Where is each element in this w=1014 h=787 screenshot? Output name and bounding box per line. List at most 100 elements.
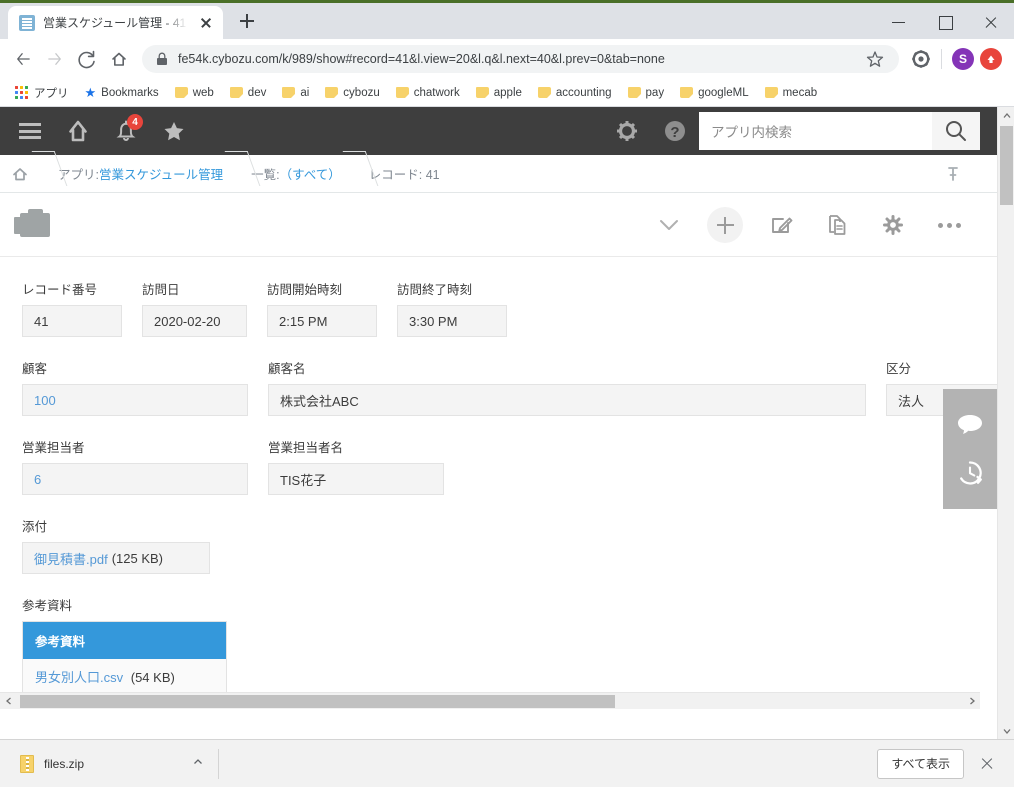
- lock-icon: [157, 52, 167, 65]
- apps-grid-icon: [15, 85, 29, 100]
- more-options-button[interactable]: [921, 202, 977, 248]
- browser-tab[interactable]: 営業スケジュール管理 - 41 - レコードの: [8, 6, 223, 39]
- back-arrow-icon[interactable]: [8, 44, 38, 74]
- field-label: 顧客名: [268, 362, 306, 376]
- field-value: TIS花子: [268, 463, 444, 495]
- field-label: 営業担当者名: [268, 441, 344, 455]
- bookmark-web[interactable]: web: [168, 84, 221, 102]
- field-label: 営業担当者: [22, 441, 85, 455]
- field-value: 2:15 PM: [267, 305, 377, 337]
- reload-icon[interactable]: [72, 44, 102, 74]
- bell-icon[interactable]: 4: [102, 107, 150, 155]
- bookmark-pay[interactable]: pay: [621, 84, 672, 102]
- kintone-icon: [19, 14, 35, 31]
- scroll-down-icon[interactable]: [998, 722, 1014, 739]
- folder-icon: [627, 87, 641, 98]
- new-tab-button[interactable]: [233, 7, 261, 35]
- star-icon[interactable]: [861, 45, 889, 73]
- field-label: 訪問開始時刻: [267, 283, 343, 297]
- breadcrumb-app-name[interactable]: 営業スケジュール管理: [99, 164, 223, 183]
- bookmark-apple[interactable]: apple: [469, 84, 529, 102]
- bookmark-label: ai: [300, 86, 310, 99]
- field-value[interactable]: 100: [22, 384, 248, 416]
- minimize-icon[interactable]: [876, 6, 922, 38]
- browser-window: 営業スケジュール管理 - 41 - レコードの fe54k.cybozu.com…: [0, 0, 1014, 787]
- table-row: 男女別人口.csv (54 KB): [23, 659, 226, 694]
- folder-icon: [475, 87, 489, 98]
- notification-badge: 4: [127, 114, 143, 130]
- breadcrumb-app[interactable]: アプリ: 営業スケジュール管理: [58, 164, 223, 183]
- bookmark-accounting[interactable]: accounting: [531, 84, 619, 102]
- help-icon[interactable]: ?: [651, 107, 699, 155]
- record-detail-area: レコード番号 41 訪問日 2020-02-20 訪問開始時刻 2:15 PM …: [0, 194, 997, 709]
- folder-icon: [325, 87, 339, 98]
- field-customer-name: 顧客名 株式会社ABC: [268, 358, 866, 416]
- home-icon[interactable]: [10, 164, 30, 184]
- bookmark-mecab[interactable]: mecab: [758, 84, 825, 102]
- breadcrumb: アプリ: 営業スケジュール管理 一覧: （すべて） レコード: 41: [0, 155, 1014, 193]
- home-icon[interactable]: [104, 44, 134, 74]
- attachment-file-link[interactable]: 御見積書.pdf: [34, 549, 108, 568]
- add-record-button[interactable]: [697, 202, 753, 248]
- folder-icon: [537, 87, 551, 98]
- tab-close-icon[interactable]: [197, 14, 215, 32]
- pin-icon[interactable]: [944, 165, 962, 188]
- plus-icon: [707, 207, 743, 243]
- bookmark-label: cybozu: [343, 86, 380, 99]
- scroll-left-icon[interactable]: [0, 693, 17, 709]
- comment-button[interactable]: [943, 401, 997, 449]
- hamburger-icon[interactable]: [6, 107, 54, 155]
- gear-icon[interactable]: [603, 107, 651, 155]
- bookmark-label: pay: [645, 86, 665, 99]
- vertical-scrollbar[interactable]: [997, 107, 1014, 739]
- maximize-icon[interactable]: [922, 6, 968, 38]
- bookmark-ai[interactable]: ai: [275, 84, 316, 102]
- chevron-up-icon[interactable]: [192, 755, 204, 773]
- show-all-downloads-button[interactable]: すべて表示: [877, 748, 964, 779]
- horizontal-scrollbar[interactable]: [0, 692, 980, 709]
- breadcrumb-view-name[interactable]: （すべて）: [280, 164, 341, 183]
- record-settings-button[interactable]: [865, 202, 921, 248]
- bookmark-label: アプリ: [34, 87, 69, 100]
- chevron-down-icon[interactable]: [641, 202, 697, 248]
- bookmarks-bar: アプリ ★ Bookmarks web dev ai cybozu chatwo…: [0, 79, 1014, 107]
- field-label: 添付: [22, 520, 48, 534]
- bookmark-label: accounting: [555, 86, 612, 99]
- search-icon[interactable]: [932, 112, 980, 150]
- folder-icon: [229, 87, 243, 98]
- bookmark-bookmarks[interactable]: ★ Bookmarks: [78, 83, 166, 102]
- star-icon[interactable]: [150, 107, 198, 155]
- scroll-right-icon[interactable]: [963, 693, 980, 709]
- close-icon[interactable]: [968, 6, 1014, 38]
- duplicate-record-button[interactable]: [809, 202, 865, 248]
- edit-record-button[interactable]: [753, 202, 809, 248]
- close-download-bar-icon[interactable]: [972, 749, 1002, 779]
- forward-arrow-icon: [40, 44, 70, 74]
- history-button[interactable]: [943, 449, 997, 497]
- field-value[interactable]: 6: [22, 463, 248, 495]
- bookmark-googleml[interactable]: googleML: [673, 84, 756, 102]
- table-file-link[interactable]: 男女別人口.csv: [35, 670, 123, 685]
- home-icon[interactable]: [54, 107, 102, 155]
- extension-icon[interactable]: [907, 45, 935, 73]
- field-value: 41: [22, 305, 122, 337]
- download-item[interactable]: files.zip: [12, 746, 212, 782]
- vertical-scroll-thumb[interactable]: [1000, 126, 1013, 205]
- bookmark-dev[interactable]: dev: [223, 84, 274, 102]
- bookmark-cybozu[interactable]: cybozu: [318, 84, 386, 102]
- profile-avatar[interactable]: S: [952, 48, 974, 70]
- scroll-up-icon[interactable]: [998, 107, 1014, 124]
- horizontal-scroll-thumb[interactable]: [20, 695, 615, 708]
- search-input[interactable]: アプリ内検索: [699, 112, 932, 150]
- record-toolbar: [0, 194, 997, 257]
- form-row-attachment: 添付 御見積書.pdf (125 KB): [22, 516, 997, 574]
- title-bar: 営業スケジュール管理 - 41 - レコードの: [0, 0, 1014, 39]
- address-bar[interactable]: fe54k.cybozu.com/k/989/show#record=41&l.…: [142, 45, 899, 73]
- breadcrumb-view[interactable]: 一覧: （すべて）: [251, 164, 341, 183]
- kintone-header: 4 ? アプリ内検索: [0, 107, 1014, 155]
- update-icon[interactable]: [980, 48, 1002, 70]
- bookmark-chatwork[interactable]: chatwork: [389, 84, 467, 102]
- bookmark-apps[interactable]: アプリ: [8, 82, 76, 104]
- download-bar: files.zip すべて表示: [0, 739, 1014, 787]
- field-value: 株式会社ABC: [268, 384, 866, 416]
